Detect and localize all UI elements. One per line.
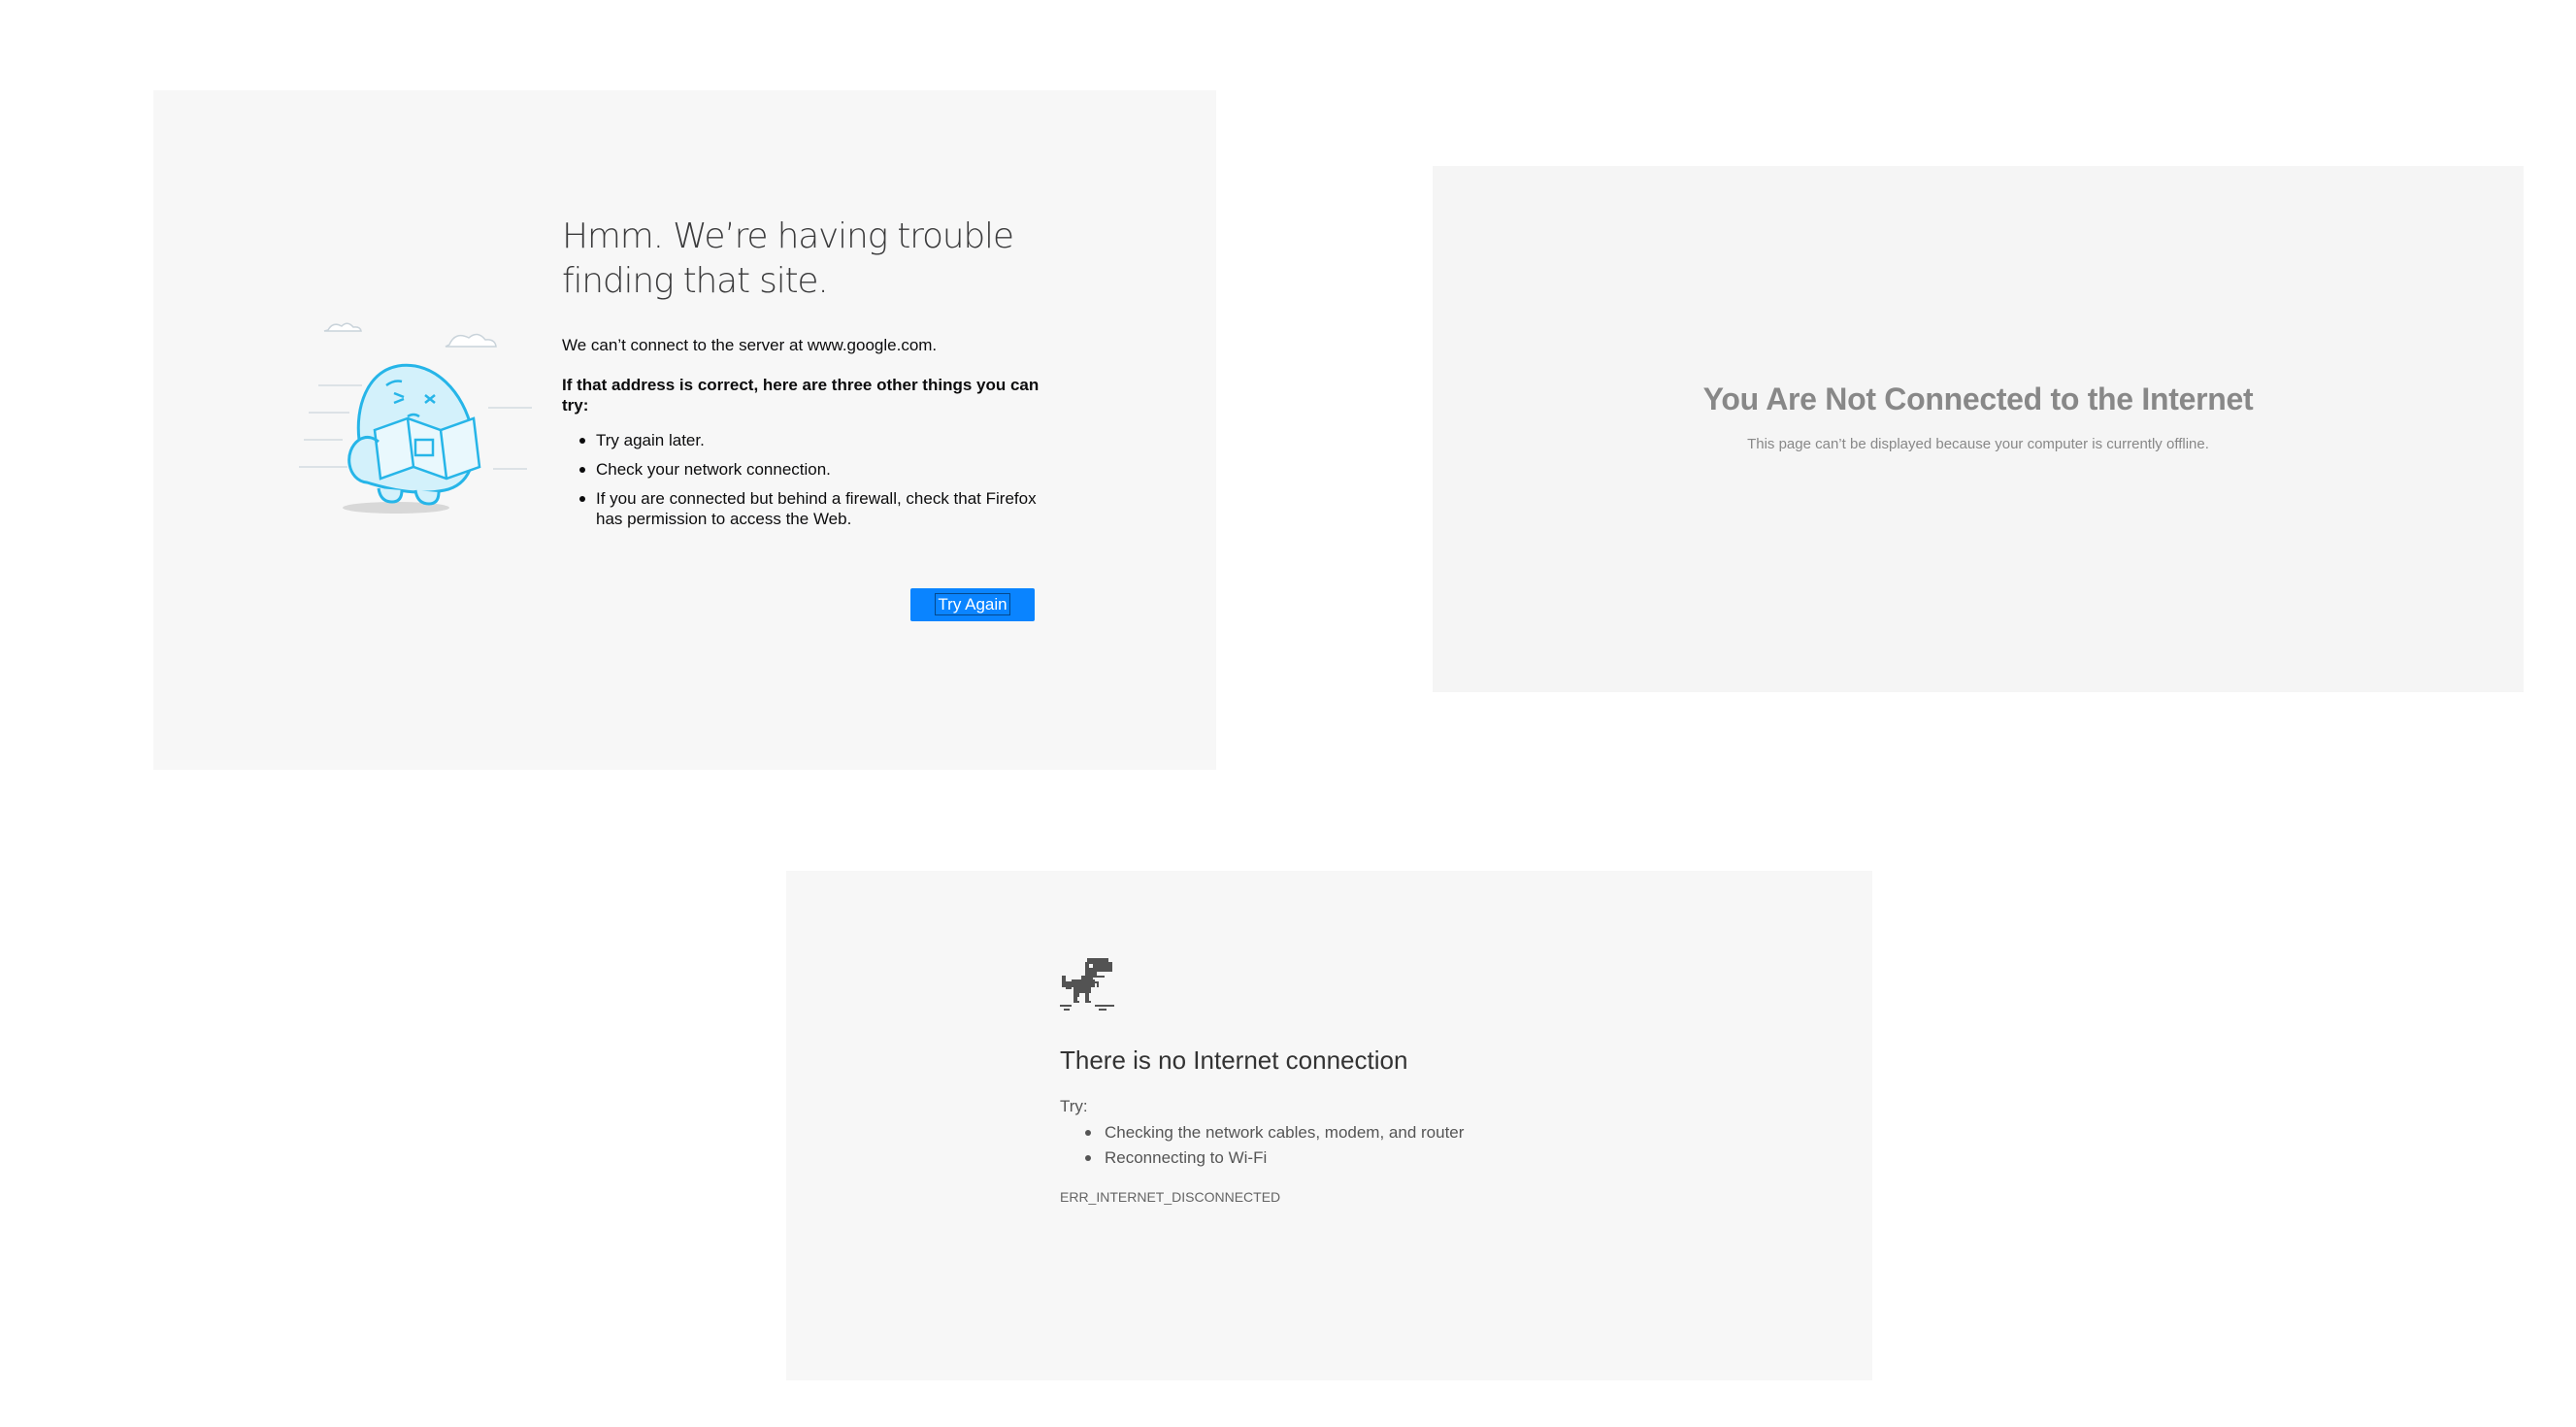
offline-dinosaur-icon — [1060, 958, 1114, 1011]
error-description: We can’t connect to the server at www.go… — [562, 336, 938, 354]
error-description: This page can’t be displayed because you… — [1747, 436, 2209, 452]
list-item: Reconnecting to Wi-Fi — [1084, 1145, 1464, 1171]
error-code: ERR_INTERNET_DISCONNECTED — [1060, 1189, 1281, 1205]
list-item: Check your network connection. — [579, 459, 1062, 480]
list-item: If you are connected but behind a firewa… — [579, 488, 1062, 529]
list-item: Checking the network cables, modem, and … — [1084, 1120, 1464, 1145]
chrome-error-panel: There is no Internet connection Try: Che… — [786, 871, 1872, 1380]
suggestions-list: Checking the network cables, modem, and … — [1060, 1120, 1464, 1171]
list-item: Try again later. — [579, 430, 1062, 450]
safari-error-panel: You Are Not Connected to the Internet Th… — [1433, 166, 2524, 692]
error-title: There is no Internet connection — [1060, 1045, 1408, 1075]
confused-monster-illustration — [299, 322, 532, 514]
try-again-button[interactable]: Try Again — [910, 588, 1035, 621]
error-title: Hmm. We’re having trouble finding that s… — [562, 216, 1014, 301]
firefox-error-panel: Hmm. We’re having trouble finding that s… — [153, 90, 1216, 770]
suggestions-list: Try again later. Check your network conn… — [562, 430, 1062, 538]
try-again-label: Try Again — [935, 593, 1010, 615]
suggestions-heading: If that address is correct, here are thr… — [562, 376, 1040, 415]
try-label: Try: — [1060, 1097, 1088, 1115]
error-title: You Are Not Connected to the Internet — [1702, 382, 2254, 416]
